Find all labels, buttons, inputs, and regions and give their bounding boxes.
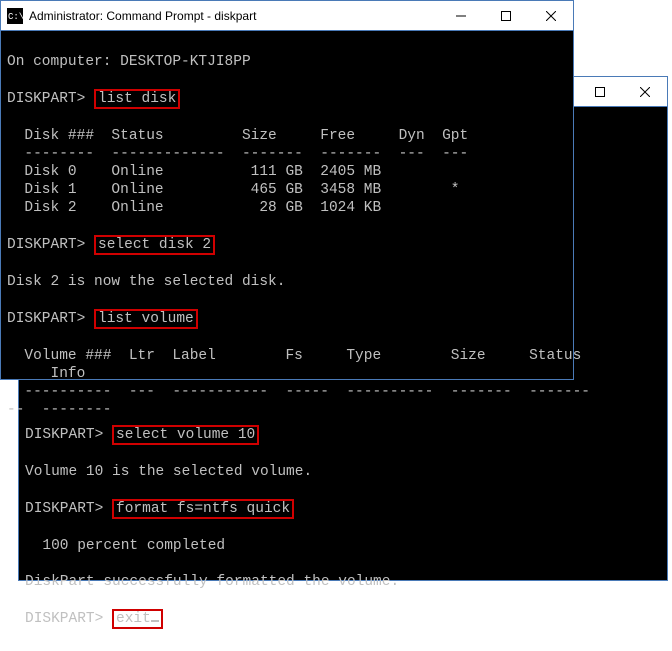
msg-progress: 100 percent completed [25,538,225,554]
vol-table-header: Volume ### Ltr Label Fs Type Size Status [7,348,581,364]
maximize-button[interactable] [483,1,528,30]
vol-table-sep: ---------- --- ----------- ----- -------… [7,384,590,400]
cmd-window-front[interactable]: C:\ Administrator: Command Prompt - disk… [0,0,574,380]
cmd-list-volume: list volume [94,309,198,329]
table-row: Disk 1 Online 465 GB 3458 MB * [7,182,459,198]
vol-table-sep2: -- -------- [7,402,111,418]
cmd-icon: C:\ [7,8,23,24]
msg-disk-selected: Disk 2 is now the selected disk. [7,274,285,290]
cmd-format: format fs=ntfs quick [112,499,294,519]
cmd-select-disk: select disk 2 [94,235,215,255]
table-row: Disk 0 Online 111 GB 2405 MB [7,164,381,180]
prompt: DISKPART> [7,91,94,107]
prompt: DISKPART> [25,501,112,517]
title-front: Administrator: Command Prompt - diskpart [29,9,438,23]
minimize-button[interactable] [438,1,483,30]
table-row: Disk 2 Online 28 GB 1024 KB [7,200,381,216]
prompt: DISKPART> [7,237,94,253]
prompt: DISKPART> [7,311,94,327]
disk-table-header: Disk ### Status Size Free Dyn Gpt [7,128,468,144]
terminal-output-front: On computer: DESKTOP-KTJI8PP DISKPART> l… [1,31,573,441]
line-computer: On computer: DESKTOP-KTJI8PP [7,54,251,70]
cursor [151,620,159,622]
close-button[interactable] [528,1,573,30]
prompt: DISKPART> [25,611,112,627]
msg-volume-selected: Volume 10 is the selected volume. [25,464,312,480]
msg-format-done: DiskPart successfully formatted the volu… [25,574,399,590]
svg-text:C:\: C:\ [8,12,23,22]
cmd-list-disk: list disk [94,89,180,109]
maximize-button[interactable] [577,77,622,106]
cmd-exit: exit [112,609,163,629]
vol-table-header2: Info [7,366,85,382]
close-button[interactable] [622,77,667,106]
disk-table-sep: -------- ------------- ------- ------- -… [7,146,468,162]
titlebar-front[interactable]: C:\ Administrator: Command Prompt - disk… [1,1,573,31]
